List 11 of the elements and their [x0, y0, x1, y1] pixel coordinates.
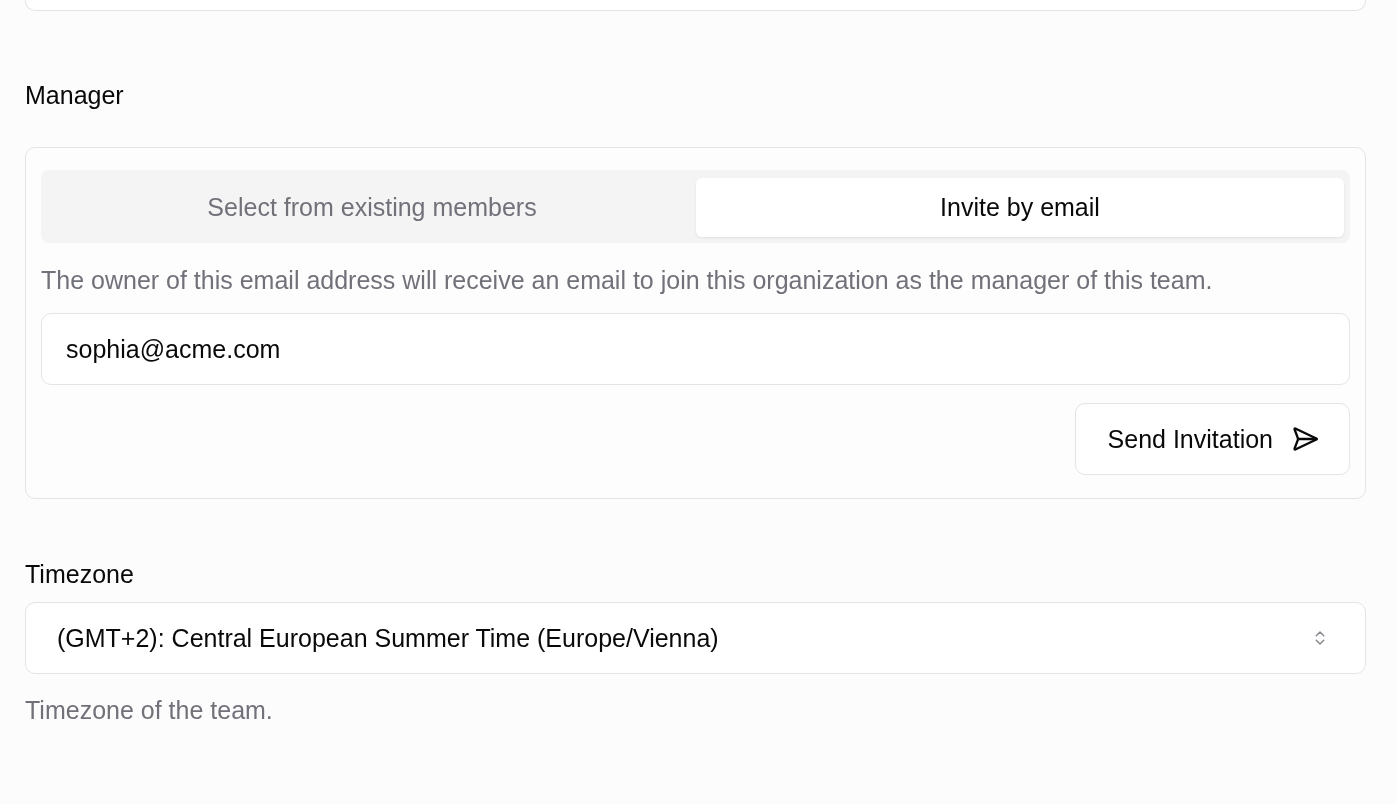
description-text: The owner of this email address will receive an email to join this organization as the manager of this team.	[41, 265, 1213, 296]
email-input-field[interactable]: sophia@acme.com	[41, 313, 1350, 385]
tab[interactable]: Invite by email	[696, 178, 1344, 237]
field-label: Timezone	[25, 559, 134, 589]
tab[interactable]: Select from existing members	[48, 178, 696, 237]
paper-plane-icon	[1291, 425, 1319, 453]
field-label: Manager	[25, 80, 124, 110]
send-invitation-button[interactable]: Send Invitation	[1074, 403, 1350, 475]
input-field[interactable]	[25, 0, 1366, 11]
hint-text: Timezone of the team.	[25, 695, 273, 726]
timezone-select[interactable]: (GMT+2): Central European Summer Time (Europe/Vienna)	[25, 602, 1366, 674]
